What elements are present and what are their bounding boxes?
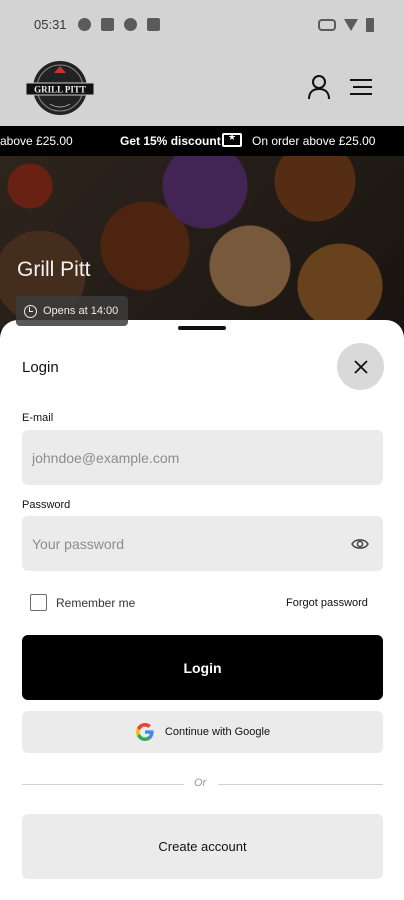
- battery-icon: [366, 18, 374, 32]
- status-bar: 05:31: [0, 0, 404, 52]
- ticker-text: above £25.00: [0, 134, 73, 148]
- link-icon: [318, 19, 336, 31]
- login-sheet: Login E-mail Password Remember me Forgot…: [0, 320, 404, 900]
- or-divider: Or: [22, 777, 383, 789]
- svg-text:GRILL PITT: GRILL PITT: [34, 85, 86, 95]
- ticket-icon: [222, 132, 242, 147]
- promo-ticker: above £25.00 Get 15% discount On order a…: [0, 126, 404, 156]
- google-signin-button[interactable]: Continue with Google: [22, 711, 383, 753]
- remember-me-label: Remember me: [56, 595, 136, 610]
- divider-line: [22, 784, 184, 785]
- close-button[interactable]: [337, 343, 384, 390]
- ticker-text: On order above £25.00: [252, 134, 376, 148]
- notification-icon: [78, 18, 91, 31]
- google-icon: [135, 723, 154, 741]
- create-account-button[interactable]: Create account: [22, 814, 383, 879]
- hamburger-menu-icon[interactable]: [350, 78, 372, 96]
- clock-icon: [24, 304, 37, 318]
- password-field[interactable]: [22, 516, 383, 571]
- eye-icon[interactable]: [351, 535, 369, 553]
- password-label: Password: [22, 499, 71, 511]
- opening-hours-badge: Opens at 14:00: [16, 296, 129, 326]
- close-icon: [353, 359, 368, 374]
- ticker-discount: Get 15% discount: [120, 134, 221, 148]
- wifi-icon: [344, 19, 358, 31]
- restaurant-name: Grill Pitt: [17, 258, 91, 281]
- sheet-title: Login: [22, 359, 59, 376]
- forgot-password-link[interactable]: Forgot password: [286, 597, 368, 609]
- sheet-drag-handle[interactable]: [178, 326, 226, 330]
- app-header: GRILL PITT: [0, 52, 404, 126]
- email-label: E-mail: [22, 412, 54, 424]
- google-button-label: Continue with Google: [164, 726, 271, 738]
- opening-hours-text: Opens at 14:00: [43, 305, 119, 317]
- email-field[interactable]: [22, 430, 383, 485]
- status-time: 05:31: [34, 17, 67, 32]
- system-icons: [318, 18, 374, 32]
- android-icon: [147, 18, 160, 31]
- email-field-container: [22, 430, 383, 485]
- remember-me-checkbox[interactable]: [30, 594, 47, 611]
- or-text: Or: [194, 777, 207, 789]
- app-notification-icon: [101, 18, 114, 31]
- user-icon[interactable]: [307, 74, 331, 100]
- divider-line: [218, 784, 383, 785]
- remember-me[interactable]: Remember me: [30, 594, 135, 611]
- settings-notification-icon: [124, 18, 137, 31]
- password-field-container: [22, 516, 383, 571]
- hero-food-image: Grill Pitt Opens at 14:00: [0, 156, 404, 330]
- login-button[interactable]: Login: [22, 635, 383, 700]
- notification-icons: [78, 18, 160, 31]
- restaurant-logo[interactable]: GRILL PITT: [24, 59, 96, 117]
